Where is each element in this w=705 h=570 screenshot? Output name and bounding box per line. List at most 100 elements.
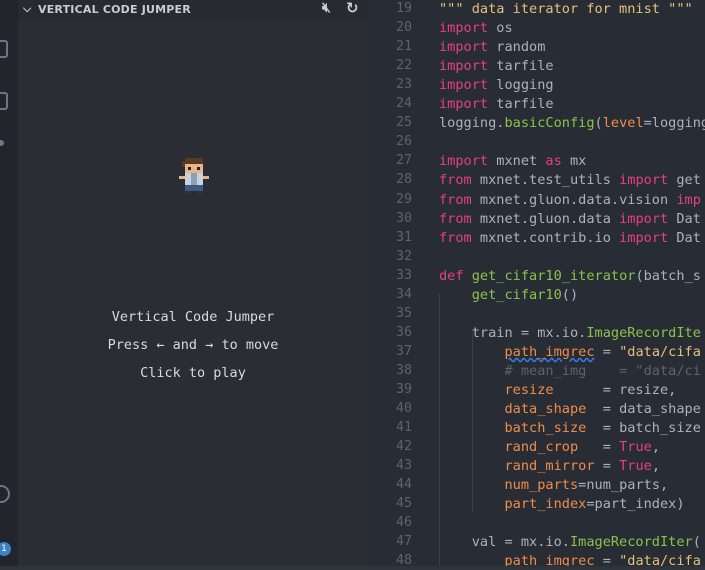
- horizontal-scrollbar[interactable]: [0, 566, 705, 570]
- code-token: import: [439, 77, 489, 94]
- line-number: 45: [395, 496, 412, 512]
- code-token: from: [439, 191, 472, 208]
- account-icon[interactable]: [0, 485, 10, 503]
- line-number: 24: [395, 96, 412, 112]
- code-token: part_index: [504, 496, 587, 513]
- code-line[interactable]: part_index=part_index): [439, 496, 685, 513]
- code-token: """ data iterator for mnist """: [439, 1, 693, 17]
- code-token: = batch_size: [586, 420, 701, 437]
- code-line[interactable]: data_shape = data_shape: [439, 401, 701, 418]
- code-token: tarfile: [488, 96, 554, 113]
- code-line[interactable]: """ data iterator for mnist """: [439, 1, 693, 17]
- code-line[interactable]: # mean_img = "data/ci: [439, 362, 701, 379]
- code-line[interactable]: from mxnet.test_utils import get: [439, 172, 701, 188]
- game-start-prompt[interactable]: Click to play: [18, 365, 368, 381]
- panel-header: ⌵ VERTICAL CODE JUMPER 🔇︎ ↻: [18, 0, 368, 20]
- code-line[interactable]: from mxnet.gluon.data import Dat: [439, 211, 701, 227]
- code-token: # mean_img = "data/ci: [504, 362, 701, 379]
- code-token: =logging: [643, 115, 705, 132]
- code-line[interactable]: from mxnet.contrib.io import Dat: [439, 230, 701, 246]
- code-token: import: [439, 96, 489, 113]
- code-line[interactable]: import mxnet as mx: [439, 153, 586, 169]
- line-number: 34: [395, 286, 412, 302]
- code-line[interactable]: rand_crop = True,: [439, 439, 660, 455]
- explorer-icon[interactable]: [0, 40, 8, 58]
- code-line[interactable]: import logging: [439, 77, 554, 93]
- code-line[interactable]: import tarfile: [439, 58, 554, 74]
- code-token: as: [545, 153, 562, 170]
- code-line[interactable]: def get_cifar10_iterator(batch_s: [439, 268, 701, 284]
- code-token: import: [439, 20, 489, 37]
- code-line[interactable]: from mxnet.gluon.data.vision imp: [439, 192, 701, 208]
- code-token: Dat: [668, 229, 701, 246]
- code-token: def: [439, 267, 464, 284]
- code-token: True: [619, 439, 652, 456]
- code-token: =part_index): [586, 496, 685, 513]
- activity-bar: 1: [0, 0, 18, 570]
- speaker-mute-icon[interactable]: 🔇︎: [322, 0, 331, 16]
- line-number: 31: [395, 229, 412, 245]
- line-number: 40: [395, 401, 412, 417]
- code-token: get_cifar10_iterator: [471, 267, 636, 284]
- game-instructions: Press ← and → to move: [107, 337, 279, 353]
- code-line[interactable]: logging.basicConfig(level=logging: [439, 115, 705, 131]
- code-token: ImageRecordIte: [586, 324, 701, 341]
- code-token: mxnet.gluon.data: [471, 210, 620, 227]
- code-token: train = mx.io.: [439, 324, 587, 341]
- game-canvas[interactable]: Vertical Code Jumper Press ← and → to mo…: [18, 20, 368, 566]
- code-token: ,: [651, 439, 661, 456]
- reload-icon[interactable]: ↻: [346, 0, 359, 17]
- code-token: from: [439, 229, 472, 246]
- code-token: = data_shape: [586, 401, 701, 418]
- chevron-down-icon[interactable]: ⌵: [23, 2, 32, 16]
- code-token: (: [692, 534, 701, 551]
- code-token: mx: [561, 153, 587, 170]
- line-number: 25: [395, 115, 412, 131]
- code-token: rand_mirror: [504, 458, 595, 475]
- line-number: 47: [395, 534, 412, 550]
- code-token: resize: [504, 382, 554, 398]
- line-number: 20: [395, 20, 412, 36]
- code-token: =: [594, 458, 620, 475]
- line-number: 37: [395, 343, 412, 359]
- code-token: import: [439, 58, 489, 75]
- code-token: import: [439, 39, 489, 56]
- line-number: 42: [395, 439, 412, 455]
- search-icon[interactable]: [0, 92, 8, 110]
- code-token: (batch_s: [635, 267, 701, 284]
- line-number: 46: [395, 515, 412, 531]
- code-line[interactable]: batch_size = batch_size: [439, 420, 701, 437]
- code-token: batch_size: [504, 420, 587, 437]
- code-line[interactable]: get_cifar10(): [439, 287, 578, 303]
- code-line[interactable]: train = mx.io.ImageRecordIte: [439, 325, 701, 341]
- code-line[interactable]: import os: [439, 20, 513, 36]
- code-token: level: [602, 115, 644, 132]
- code-token: logging.: [439, 115, 505, 132]
- code-token: ImageRecordIter: [569, 534, 693, 551]
- panel-title: VERTICAL CODE JUMPER: [38, 3, 191, 16]
- code-token: import: [619, 229, 669, 246]
- code-editor[interactable]: 19 """ data iterator for mnist """ 20 impor…: [368, 0, 705, 570]
- code-token: mxnet: [488, 153, 546, 170]
- code-token: =: [594, 343, 620, 360]
- code-token: import: [619, 172, 669, 189]
- code-line[interactable]: import tarfile: [439, 96, 554, 112]
- code-line[interactable]: resize = resize,: [439, 382, 676, 398]
- code-token: =num_parts,: [578, 477, 669, 494]
- code-token: get_cifar10: [471, 286, 562, 303]
- source-control-icon[interactable]: [0, 140, 4, 146]
- code-token: import: [439, 153, 489, 170]
- line-number: 19: [395, 1, 412, 16]
- code-line[interactable]: val = mx.io.ImageRecordIter(: [439, 534, 701, 550]
- player-sprite-icon: [179, 158, 209, 194]
- code-line[interactable]: num_parts=num_parts,: [439, 477, 668, 493]
- code-token: "data/cifa: [619, 343, 701, 360]
- code-line[interactable]: rand_mirror = True,: [439, 458, 660, 474]
- code-line[interactable]: path_imgrec = "data/cifa: [439, 343, 701, 360]
- code-line[interactable]: import random: [439, 39, 545, 55]
